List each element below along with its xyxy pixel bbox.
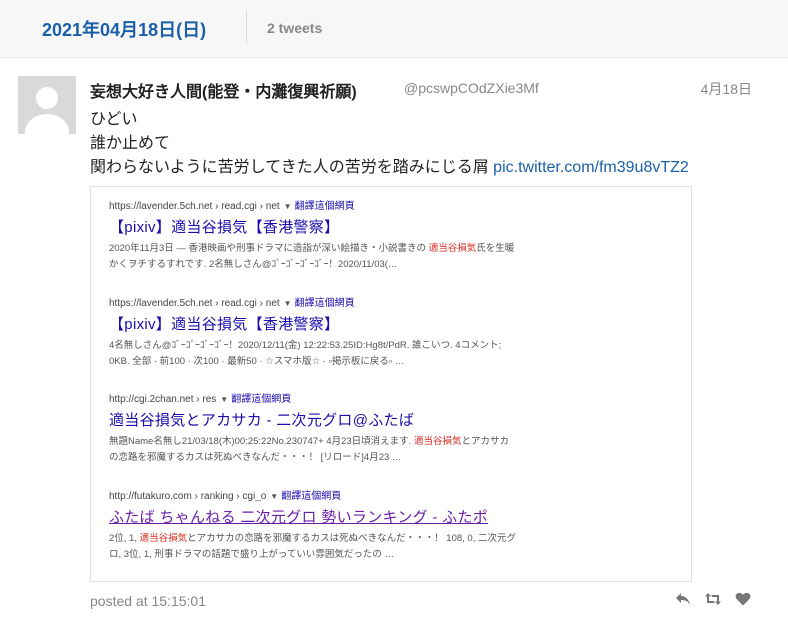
result-url: https://lavender.5ch.net › read.cgi › ne… bbox=[109, 298, 355, 309]
dropdown-triangle-icon: ▼ bbox=[283, 299, 292, 308]
user-name[interactable]: 妄想大好き人間(能登・内灘復興祈願) bbox=[90, 78, 357, 102]
result-snippet: 4名無しさん@ｺﾞｰｺﾞｰｺﾞｰｺﾞｰ！2020/12/11(金) 12:22:… bbox=[109, 340, 502, 367]
result-snippet: 2020年11月3日 — 香港映画や刑事ドラマに造詣が深い絵描き・小説書きの 適… bbox=[109, 243, 515, 270]
tweet-count: 2 tweets bbox=[267, 20, 323, 36]
dropdown-triangle-icon: ▼ bbox=[220, 395, 229, 404]
divider bbox=[246, 10, 247, 44]
posted-time[interactable]: posted at 15:15:01 bbox=[90, 593, 206, 609]
result-title: 適当谷損気とアカサカ - 二次元グロ@ふたば bbox=[109, 412, 415, 429]
search-result: http://futakuro.com › ranking › cgi_o ▼ 翻譯… bbox=[109, 487, 679, 563]
avatar[interactable] bbox=[18, 76, 76, 134]
tweet-date[interactable]: 4月18日 bbox=[701, 79, 752, 99]
reply-icon[interactable] bbox=[674, 590, 692, 608]
retweet-icon[interactable] bbox=[704, 590, 722, 608]
result-url: http://cgi.2chan.net › res ▼ 翻譯這個網頁 bbox=[109, 394, 292, 405]
translate-link: 翻譯這個網頁 bbox=[281, 491, 342, 502]
tweet-media-image[interactable]: https://lavender.5ch.net › read.cgi › ne… bbox=[90, 186, 692, 582]
tweet-line-text: 関わらないように苦労してきた人の苦労を踏みにじる屑 bbox=[90, 159, 494, 176]
tweet-line: ひどい bbox=[90, 111, 138, 128]
dropdown-triangle-icon: ▼ bbox=[270, 492, 279, 501]
translate-link: 翻譯這個網頁 bbox=[294, 298, 355, 309]
result-url: https://lavender.5ch.net › read.cgi › ne… bbox=[109, 201, 355, 212]
tweet-text: ひどい 誰か止めて 関わらないように苦労してきた人の苦労を踏みにじる屑 pic.… bbox=[90, 108, 689, 180]
result-title: 【pixiv】適当谷損気【香港警察】 bbox=[109, 219, 340, 236]
day-header: 2021年04月18日(日) 2 tweets bbox=[0, 0, 788, 58]
result-snippet: 無題Name名無し21/03/18(木)00:25:22No.230747+ 4… bbox=[109, 436, 509, 463]
dropdown-triangle-icon: ▼ bbox=[283, 202, 292, 211]
translate-link: 翻譯這個網頁 bbox=[231, 394, 292, 405]
tweet-actions bbox=[674, 590, 752, 608]
result-title: ふたば ちゃんねる 二次元グロ 勢いランキング - ふたポ bbox=[109, 509, 489, 526]
tweet-media-link[interactable]: pic.twitter.com/fm39u8vTZ2 bbox=[493, 159, 689, 176]
search-result: http://cgi.2chan.net › res ▼ 翻譯這個網頁 適当谷損気と… bbox=[109, 390, 679, 466]
search-result: https://lavender.5ch.net › read.cgi › ne… bbox=[109, 294, 679, 370]
tweet-line: 誰か止めて bbox=[90, 135, 171, 152]
translate-link: 翻譯這個網頁 bbox=[294, 201, 355, 212]
search-result: https://lavender.5ch.net › read.cgi › ne… bbox=[109, 197, 679, 273]
result-url: http://futakuro.com › ranking › cgi_o ▼ 翻譯… bbox=[109, 491, 342, 502]
result-snippet: 2位, 1, 適当谷損気とアカサカの恋路を邪魔するカスは死ぬべきなんだ・・・！ … bbox=[109, 533, 516, 560]
user-handle[interactable]: @pcswpCOdZXie3Mf bbox=[404, 80, 539, 96]
tweet-line: 関わらないように苦労してきた人の苦労を踏みにじる屑 pic.twitter.co… bbox=[90, 156, 689, 180]
day-title[interactable]: 2021年04月18日(日) bbox=[42, 16, 206, 42]
result-title: 【pixiv】適当谷損気【香港警察】 bbox=[109, 316, 340, 333]
heart-icon[interactable] bbox=[734, 590, 752, 608]
